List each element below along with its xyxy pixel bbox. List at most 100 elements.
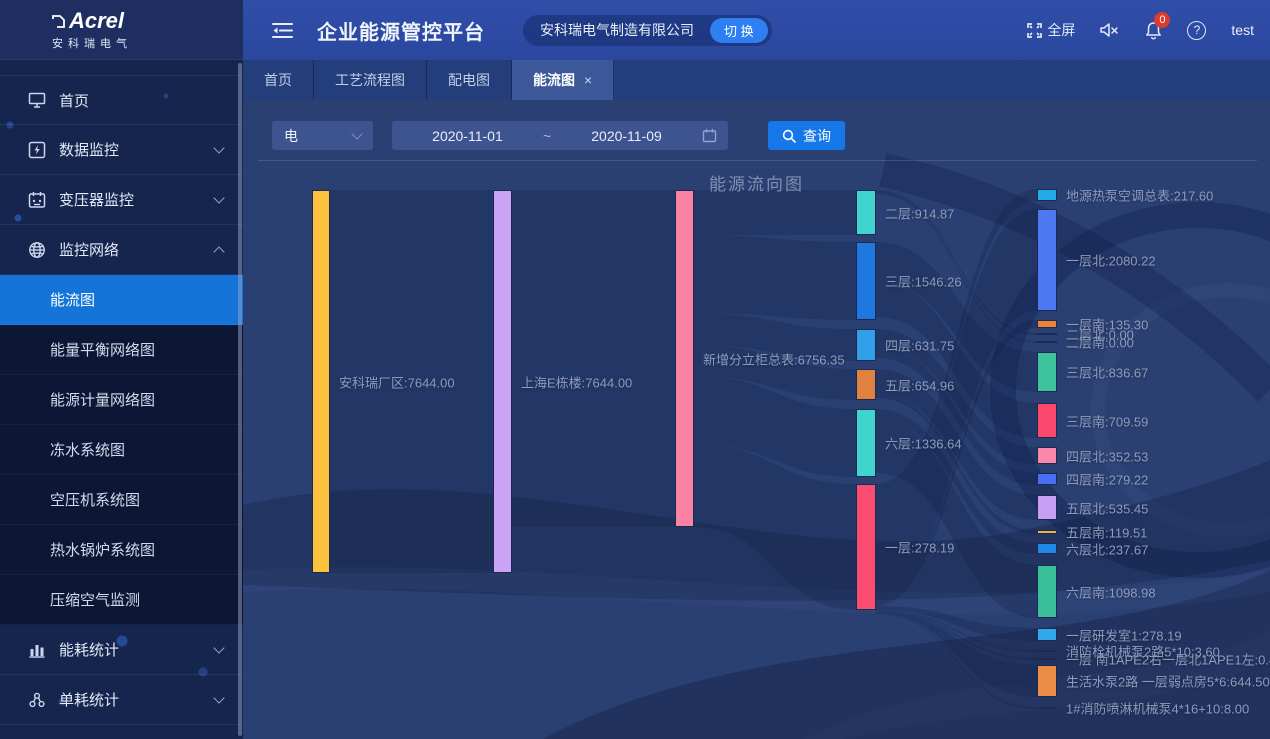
sidebar-item-hot-water-boiler-system[interactable]: 热水锅炉系统图 (0, 525, 243, 575)
sankey-node-label: 新增分立柜总表:6756.35 (703, 349, 845, 368)
brand-subtext: 安科瑞电气 (52, 35, 243, 51)
sankey-node[interactable] (1037, 650, 1057, 652)
mute-button[interactable] (1100, 22, 1120, 38)
sankey-node[interactable] (312, 190, 330, 573)
sankey-node-label: 三层南:709.59 (1066, 411, 1148, 430)
sankey-node[interactable] (856, 242, 876, 320)
sidebar: Acrel 安科瑞电气 首页数据监控变压器监控监控网络能流图能量平衡网络图能源计… (0, 0, 243, 739)
sankey-node[interactable] (1037, 707, 1057, 709)
sidebar-item-data-monitoring[interactable]: 数据监控 (0, 125, 243, 175)
sankey-node[interactable] (856, 329, 876, 361)
tab-process-flow[interactable]: 工艺流程图 (314, 60, 427, 100)
sankey-node[interactable] (1037, 530, 1057, 534)
sankey-node-label: 上海E栋楼:7644.00 (521, 372, 632, 391)
sankey-node[interactable] (1037, 658, 1057, 660)
sankey-node[interactable] (1037, 447, 1057, 464)
sankey-node-label: 安科瑞厂区:7644.00 (339, 372, 455, 391)
tab-label: 能流图 (533, 70, 575, 90)
help-button[interactable]: ? (1187, 21, 1206, 40)
network-icon (27, 240, 46, 259)
sankey-node[interactable] (1037, 341, 1057, 343)
company-selector[interactable]: 安科瑞电气制造有限公司 切 换 (523, 15, 772, 46)
fullscreen-button[interactable]: 全屏 (1027, 20, 1075, 40)
main-content: 安科瑞厂区:7644.00 上海E栋楼:7644.00 新增分立柜总表:6756.3… (243, 100, 1270, 739)
sidebar-item-monitoring-network[interactable]: 监控网络 (0, 225, 243, 275)
barchart-icon (27, 640, 46, 659)
start-date: 2020-11-01 (392, 128, 543, 144)
sankey-node-label: 三层北:836.67 (1066, 363, 1148, 382)
chevron-down-icon (213, 192, 224, 203)
search-button[interactable]: 查询 (768, 121, 845, 150)
sankey-node[interactable] (493, 190, 512, 573)
sankey-node[interactable] (1037, 333, 1057, 335)
sankey-node[interactable] (1037, 320, 1057, 328)
sankey-node-label: 五层北:535.45 (1066, 498, 1148, 517)
brand-logo: Acrel 安科瑞电气 (0, 0, 243, 60)
sankey-node-label: 三层:1546.26 (885, 272, 962, 291)
sidebar-item-chilled-water-system[interactable]: 冻水系统图 (0, 425, 243, 475)
sidebar-item-label: 压缩空气监测 (50, 589, 140, 610)
sankey-node-label: 六层北:237.67 (1066, 539, 1148, 558)
sankey-node[interactable] (1037, 665, 1057, 697)
sankey-node-label: 1#消防喷淋机械泵4*16+10:8.00 (1066, 699, 1249, 718)
sankey-node-label: 一层 南1APE2右一层北1APE1左:0.4 (1066, 650, 1270, 669)
date-range-picker[interactable]: 2020-11-01 ~ 2020-11-09 (392, 121, 728, 150)
sankey-node-label: 六层:1336.64 (885, 434, 962, 453)
sankey-node[interactable] (1037, 403, 1057, 438)
sidebar-item-energy-metering-network[interactable]: 能源计量网络图 (0, 375, 243, 425)
sankey-node-label: 六层南:1098.98 (1066, 582, 1156, 601)
switch-company-button[interactable]: 切 换 (710, 18, 768, 43)
tab-distribution-diagram[interactable]: 配电图 (427, 60, 512, 100)
sidebar-item-label: 冻水系统图 (50, 439, 125, 460)
sidebar-item-transformer-monitoring[interactable]: 变压器监控 (0, 175, 243, 225)
tab-label: 配电图 (448, 70, 490, 90)
energy-type-value: 电 (284, 126, 298, 146)
sidebar-item-air-compressor-system[interactable]: 空压机系统图 (0, 475, 243, 525)
sankey-node[interactable] (675, 190, 694, 527)
tab-close-icon[interactable]: × (584, 72, 592, 88)
chevron-down-icon (213, 142, 224, 153)
sidebar-item-label: 能耗统计 (59, 639, 215, 660)
chevron-up-icon (213, 246, 224, 257)
chevron-down-icon (213, 692, 224, 703)
sankey-node-label: 四层南:279.22 (1066, 470, 1148, 489)
sankey-node[interactable] (1037, 543, 1057, 554)
end-date: 2020-11-09 (551, 128, 702, 144)
sankey-node-label: 一层:278.19 (885, 538, 954, 557)
sidebar-item-energy-consumption-stats[interactable]: 能耗统计 (0, 625, 243, 675)
sankey-node[interactable] (1037, 473, 1057, 485)
tab-label: 首页 (264, 70, 292, 90)
fullscreen-icon (1027, 23, 1042, 38)
sankey-node[interactable] (1037, 495, 1057, 520)
sankey-node[interactable] (1037, 628, 1057, 641)
tab-energy-flow[interactable]: 能流图 × (512, 60, 614, 100)
sidebar-item-energy-flow-diagram[interactable]: 能流图 (0, 275, 243, 325)
sidebar-item-label: 空压机系统图 (50, 489, 140, 510)
tab-label: 工艺流程图 (335, 70, 405, 90)
sankey-node[interactable] (856, 409, 876, 477)
sankey-node[interactable] (1037, 352, 1057, 392)
sidebar-item-energy-balance-network[interactable]: 能量平衡网络图 (0, 325, 243, 375)
sidebar-item-home[interactable]: 首页 (0, 75, 243, 125)
brand-logo-icon (52, 15, 65, 28)
menu-fold-icon[interactable] (272, 22, 294, 39)
sankey-node-label: 四层北:352.53 (1066, 446, 1148, 465)
sankey-node[interactable] (1037, 209, 1057, 311)
sankey-node[interactable] (856, 190, 876, 235)
fullscreen-label: 全屏 (1047, 20, 1075, 40)
sankey-node-label: 五层:654.96 (885, 375, 954, 394)
notifications-button[interactable]: 0 (1145, 21, 1162, 40)
user-menu[interactable]: test (1231, 22, 1254, 38)
app-title: 企业能源管控平台 (317, 16, 485, 45)
sankey-node[interactable] (856, 369, 876, 400)
sankey-node[interactable] (1037, 565, 1057, 618)
sankey-node-label: 二层南:0.00 (1066, 333, 1134, 352)
tab-home[interactable]: 首页 (243, 60, 314, 100)
company-name: 安科瑞电气制造有限公司 (540, 20, 694, 40)
header: 企业能源管控平台 安科瑞电气制造有限公司 切 换 全屏 0 (243, 0, 1270, 60)
sidebar-item-label: 变压器监控 (59, 189, 215, 210)
sidebar-item-unit-consumption-stats[interactable]: 单耗统计 (0, 675, 243, 725)
sidebar-item-compressed-air-monitoring[interactable]: 压缩空气监测 (0, 575, 243, 625)
sankey-node[interactable] (856, 484, 876, 610)
energy-type-select[interactable]: 电 (272, 121, 373, 150)
